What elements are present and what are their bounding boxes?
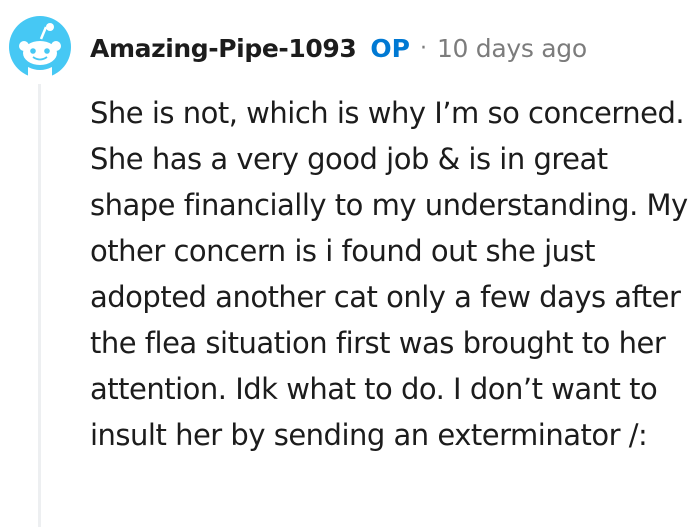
- username-link[interactable]: Amazing-Pipe-1093: [90, 34, 357, 63]
- thread-collapse-line[interactable]: [38, 84, 41, 527]
- avatar[interactable]: [8, 15, 72, 79]
- timestamp-link[interactable]: 10 days ago: [437, 34, 587, 63]
- comment-header: Amazing-Pipe-1093 OP · 10 days ago: [90, 31, 587, 65]
- comment: Amazing-Pipe-1093 OP · 10 days ago She i…: [0, 0, 700, 527]
- snoo-avatar-icon: [9, 16, 71, 79]
- comment-body: She is not, which is why I’m so concerne…: [90, 96, 688, 452]
- op-badge: OP: [370, 33, 410, 63]
- separator-dot: ·: [419, 35, 427, 61]
